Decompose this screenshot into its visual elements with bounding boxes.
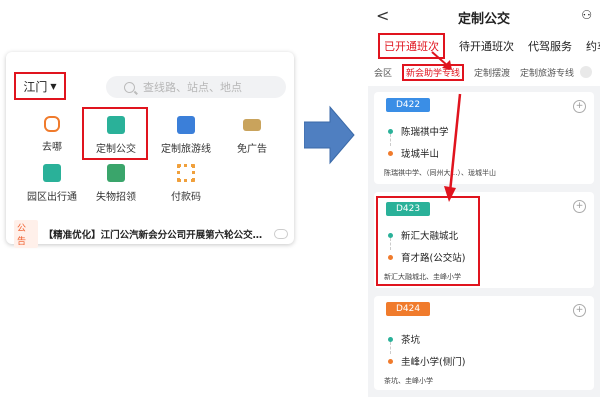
add-icon[interactable]: + — [573, 100, 586, 113]
route-badge: D424 — [386, 302, 430, 316]
caret-down-icon: ▼ — [50, 81, 57, 91]
page-title: 定制公交 — [457, 12, 510, 27]
search-icon — [124, 81, 135, 93]
stop-to: 圭峰小学(侧门) — [388, 354, 465, 368]
route-card[interactable]: D422 + 陈瑞祺中学 珑城半山 陈瑞祺中学、（同州大…）、珑城半山 — [374, 92, 594, 184]
route-badge: D422 — [386, 98, 430, 112]
down-arrow-icon — [444, 93, 462, 202]
grid-item-tour-line[interactable]: 定制旅游线 — [154, 116, 218, 155]
search-input[interactable]: 查线路、站点、地点 — [106, 76, 286, 98]
add-icon[interactable]: + — [573, 304, 586, 317]
add-icon[interactable]: + — [573, 200, 586, 213]
phone-screen: < 定制公交 ⚇ 已开通班次 待开通班次 代驾服务 约车服 会区 新会助学专线 … — [368, 0, 600, 397]
subtab-tour[interactable]: 定制旅游专线 — [520, 66, 574, 81]
start-dot — [388, 336, 393, 342]
home-panel: 江门 ▼ 查线路、站点、地点 去哪 定制公交 定制旅游线 免广告 园区出行通 失… — [6, 52, 294, 248]
vip-icon — [243, 119, 261, 131]
grid-label: 去哪 — [42, 142, 62, 153]
user-icon[interactable]: ⚇ — [581, 8, 592, 22]
tab-ride[interactable]: 约车服 — [586, 38, 600, 59]
campus-bus-icon — [43, 164, 61, 182]
notice-close-icon[interactable] — [274, 229, 288, 239]
tab-pending[interactable]: 待开通班次 — [459, 38, 514, 59]
highlight-box — [376, 196, 480, 286]
lost-found-icon — [107, 164, 125, 182]
search-placeholder: 查线路、站点、地点 — [143, 81, 242, 94]
stop-from: 茶坑 — [388, 332, 420, 346]
grid-label: 免广告 — [237, 144, 267, 155]
right-arrow-icon — [304, 105, 355, 165]
route-description: 茶坑、圭峰小学 — [384, 377, 433, 385]
stop-name: 珑城半山 — [401, 149, 440, 160]
grid-label: 付款码 — [171, 192, 201, 203]
grid-label: 园区出行通 — [27, 192, 77, 203]
city-selector[interactable]: 江门 ▼ — [14, 72, 66, 100]
notice-tag: 公告 — [14, 220, 38, 248]
route-card[interactable]: D424 + 茶坑 圭峰小学(侧门) 茶坑、圭峰小学 — [374, 296, 594, 390]
qr-code-icon — [177, 164, 195, 182]
notice-bar[interactable]: 公告 【精准优化】江门公汽新会分公司开展第六轮公交线... — [14, 220, 288, 248]
grid-label: 定制旅游线 — [161, 144, 211, 155]
tour-bus-icon — [177, 116, 195, 134]
stop-name: 茶坑 — [401, 335, 421, 346]
start-dot — [388, 128, 393, 134]
subtab-shuttle[interactable]: 定制摆渡 — [474, 66, 510, 81]
subtab-bar: 会区 新会助学专线 定制摆渡 定制旅游专线 — [374, 64, 574, 81]
stop-from: 陈瑞祺中学 — [388, 124, 449, 138]
stop-name: 陈瑞祺中学 — [401, 127, 449, 138]
highlight-box — [82, 107, 148, 160]
end-dot — [388, 150, 393, 156]
grid-item-no-ads[interactable]: 免广告 — [220, 116, 284, 155]
notice-text: 【精准优化】江门公汽新会分公司开展第六轮公交线... — [43, 230, 268, 241]
subtab-district[interactable]: 会区 — [374, 66, 392, 81]
tab-driver-service[interactable]: 代驾服务 — [528, 38, 572, 59]
city-label: 江门 — [23, 79, 48, 94]
stop-to: 珑城半山 — [388, 146, 439, 160]
tab-bar: 已开通班次 待开通班次 代驾服务 约车服 — [378, 33, 600, 59]
grid-item-pay-code[interactable]: 付款码 — [154, 164, 218, 203]
subtab-search-icon[interactable] — [580, 66, 592, 78]
route-description: 陈瑞祺中学、（同州大…）、珑城半山 — [384, 169, 496, 177]
grid-item-qu-na[interactable]: 去哪 — [20, 116, 84, 153]
end-dot — [388, 358, 393, 364]
grid-item-lost-found[interactable]: 失物招领 — [84, 164, 148, 203]
grid-item-campus-travel[interactable]: 园区出行通 — [20, 164, 84, 203]
phone-header: < 定制公交 ⚇ 已开通班次 待开通班次 代驾服务 约车服 会区 新会助学专线 … — [368, 0, 600, 86]
stop-name: 圭峰小学(侧门) — [401, 357, 466, 368]
grid-label: 失物招领 — [96, 192, 136, 203]
route-icon — [44, 116, 60, 132]
small-arrow-icon — [431, 51, 452, 70]
